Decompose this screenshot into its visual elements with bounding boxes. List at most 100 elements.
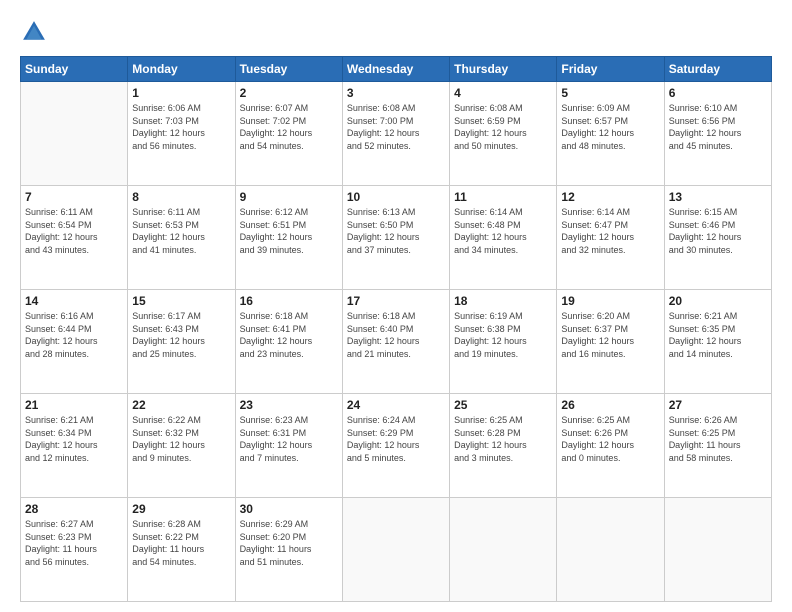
sun-info: Sunrise: 6:26 AM Sunset: 6:25 PM Dayligh… (669, 414, 767, 464)
day-number: 24 (347, 397, 445, 413)
day-number: 26 (561, 397, 659, 413)
day-number: 27 (669, 397, 767, 413)
calendar-cell: 11Sunrise: 6:14 AM Sunset: 6:48 PM Dayli… (450, 186, 557, 290)
day-number: 2 (240, 85, 338, 101)
calendar-cell: 24Sunrise: 6:24 AM Sunset: 6:29 PM Dayli… (342, 394, 449, 498)
logo (20, 18, 52, 46)
sun-info: Sunrise: 6:21 AM Sunset: 6:35 PM Dayligh… (669, 310, 767, 360)
day-number: 1 (132, 85, 230, 101)
day-number: 21 (25, 397, 123, 413)
calendar-cell: 26Sunrise: 6:25 AM Sunset: 6:26 PM Dayli… (557, 394, 664, 498)
sun-info: Sunrise: 6:09 AM Sunset: 6:57 PM Dayligh… (561, 102, 659, 152)
day-number: 5 (561, 85, 659, 101)
weekday-thursday: Thursday (450, 57, 557, 82)
week-row-1: 1Sunrise: 6:06 AM Sunset: 7:03 PM Daylig… (21, 82, 772, 186)
sun-info: Sunrise: 6:11 AM Sunset: 6:53 PM Dayligh… (132, 206, 230, 256)
weekday-tuesday: Tuesday (235, 57, 342, 82)
calendar-cell: 30Sunrise: 6:29 AM Sunset: 6:20 PM Dayli… (235, 498, 342, 602)
day-number: 14 (25, 293, 123, 309)
calendar-cell: 16Sunrise: 6:18 AM Sunset: 6:41 PM Dayli… (235, 290, 342, 394)
sun-info: Sunrise: 6:21 AM Sunset: 6:34 PM Dayligh… (25, 414, 123, 464)
day-number: 20 (669, 293, 767, 309)
sun-info: Sunrise: 6:18 AM Sunset: 6:41 PM Dayligh… (240, 310, 338, 360)
day-number: 15 (132, 293, 230, 309)
calendar-cell: 19Sunrise: 6:20 AM Sunset: 6:37 PM Dayli… (557, 290, 664, 394)
calendar-cell (450, 498, 557, 602)
calendar-cell: 29Sunrise: 6:28 AM Sunset: 6:22 PM Dayli… (128, 498, 235, 602)
calendar-table: SundayMondayTuesdayWednesdayThursdayFrid… (20, 56, 772, 602)
weekday-monday: Monday (128, 57, 235, 82)
sun-info: Sunrise: 6:24 AM Sunset: 6:29 PM Dayligh… (347, 414, 445, 464)
calendar-cell: 2Sunrise: 6:07 AM Sunset: 7:02 PM Daylig… (235, 82, 342, 186)
calendar-cell: 22Sunrise: 6:22 AM Sunset: 6:32 PM Dayli… (128, 394, 235, 498)
calendar-cell: 21Sunrise: 6:21 AM Sunset: 6:34 PM Dayli… (21, 394, 128, 498)
sun-info: Sunrise: 6:14 AM Sunset: 6:47 PM Dayligh… (561, 206, 659, 256)
sun-info: Sunrise: 6:10 AM Sunset: 6:56 PM Dayligh… (669, 102, 767, 152)
week-row-4: 21Sunrise: 6:21 AM Sunset: 6:34 PM Dayli… (21, 394, 772, 498)
sun-info: Sunrise: 6:28 AM Sunset: 6:22 PM Dayligh… (132, 518, 230, 568)
calendar-cell: 17Sunrise: 6:18 AM Sunset: 6:40 PM Dayli… (342, 290, 449, 394)
day-number: 28 (25, 501, 123, 517)
calendar-cell: 25Sunrise: 6:25 AM Sunset: 6:28 PM Dayli… (450, 394, 557, 498)
calendar-cell: 8Sunrise: 6:11 AM Sunset: 6:53 PM Daylig… (128, 186, 235, 290)
calendar-cell: 13Sunrise: 6:15 AM Sunset: 6:46 PM Dayli… (664, 186, 771, 290)
sun-info: Sunrise: 6:15 AM Sunset: 6:46 PM Dayligh… (669, 206, 767, 256)
logo-icon (20, 18, 48, 46)
sun-info: Sunrise: 6:29 AM Sunset: 6:20 PM Dayligh… (240, 518, 338, 568)
day-number: 19 (561, 293, 659, 309)
day-number: 25 (454, 397, 552, 413)
sun-info: Sunrise: 6:08 AM Sunset: 6:59 PM Dayligh… (454, 102, 552, 152)
sun-info: Sunrise: 6:18 AM Sunset: 6:40 PM Dayligh… (347, 310, 445, 360)
week-row-3: 14Sunrise: 6:16 AM Sunset: 6:44 PM Dayli… (21, 290, 772, 394)
header (20, 18, 772, 46)
weekday-sunday: Sunday (21, 57, 128, 82)
day-number: 17 (347, 293, 445, 309)
calendar-cell: 7Sunrise: 6:11 AM Sunset: 6:54 PM Daylig… (21, 186, 128, 290)
day-number: 18 (454, 293, 552, 309)
calendar-cell: 9Sunrise: 6:12 AM Sunset: 6:51 PM Daylig… (235, 186, 342, 290)
sun-info: Sunrise: 6:20 AM Sunset: 6:37 PM Dayligh… (561, 310, 659, 360)
calendar-body: 1Sunrise: 6:06 AM Sunset: 7:03 PM Daylig… (21, 82, 772, 602)
sun-info: Sunrise: 6:25 AM Sunset: 6:28 PM Dayligh… (454, 414, 552, 464)
week-row-2: 7Sunrise: 6:11 AM Sunset: 6:54 PM Daylig… (21, 186, 772, 290)
calendar-cell: 28Sunrise: 6:27 AM Sunset: 6:23 PM Dayli… (21, 498, 128, 602)
day-number: 6 (669, 85, 767, 101)
sun-info: Sunrise: 6:19 AM Sunset: 6:38 PM Dayligh… (454, 310, 552, 360)
sun-info: Sunrise: 6:08 AM Sunset: 7:00 PM Dayligh… (347, 102, 445, 152)
day-number: 7 (25, 189, 123, 205)
calendar-cell: 1Sunrise: 6:06 AM Sunset: 7:03 PM Daylig… (128, 82, 235, 186)
sun-info: Sunrise: 6:17 AM Sunset: 6:43 PM Dayligh… (132, 310, 230, 360)
sun-info: Sunrise: 6:16 AM Sunset: 6:44 PM Dayligh… (25, 310, 123, 360)
day-number: 8 (132, 189, 230, 205)
day-number: 10 (347, 189, 445, 205)
weekday-friday: Friday (557, 57, 664, 82)
calendar-cell: 3Sunrise: 6:08 AM Sunset: 7:00 PM Daylig… (342, 82, 449, 186)
calendar-cell: 14Sunrise: 6:16 AM Sunset: 6:44 PM Dayli… (21, 290, 128, 394)
calendar-cell: 12Sunrise: 6:14 AM Sunset: 6:47 PM Dayli… (557, 186, 664, 290)
sun-info: Sunrise: 6:27 AM Sunset: 6:23 PM Dayligh… (25, 518, 123, 568)
day-number: 16 (240, 293, 338, 309)
day-number: 3 (347, 85, 445, 101)
sun-info: Sunrise: 6:25 AM Sunset: 6:26 PM Dayligh… (561, 414, 659, 464)
week-row-5: 28Sunrise: 6:27 AM Sunset: 6:23 PM Dayli… (21, 498, 772, 602)
day-number: 22 (132, 397, 230, 413)
day-number: 4 (454, 85, 552, 101)
day-number: 23 (240, 397, 338, 413)
day-number: 11 (454, 189, 552, 205)
sun-info: Sunrise: 6:12 AM Sunset: 6:51 PM Dayligh… (240, 206, 338, 256)
calendar-cell: 5Sunrise: 6:09 AM Sunset: 6:57 PM Daylig… (557, 82, 664, 186)
sun-info: Sunrise: 6:14 AM Sunset: 6:48 PM Dayligh… (454, 206, 552, 256)
calendar-cell: 23Sunrise: 6:23 AM Sunset: 6:31 PM Dayli… (235, 394, 342, 498)
day-number: 29 (132, 501, 230, 517)
calendar-cell: 27Sunrise: 6:26 AM Sunset: 6:25 PM Dayli… (664, 394, 771, 498)
day-number: 30 (240, 501, 338, 517)
calendar-cell (342, 498, 449, 602)
day-number: 13 (669, 189, 767, 205)
weekday-header-row: SundayMondayTuesdayWednesdayThursdayFrid… (21, 57, 772, 82)
sun-info: Sunrise: 6:06 AM Sunset: 7:03 PM Dayligh… (132, 102, 230, 152)
calendar-cell (557, 498, 664, 602)
sun-info: Sunrise: 6:07 AM Sunset: 7:02 PM Dayligh… (240, 102, 338, 152)
calendar-cell: 18Sunrise: 6:19 AM Sunset: 6:38 PM Dayli… (450, 290, 557, 394)
weekday-saturday: Saturday (664, 57, 771, 82)
calendar-cell: 6Sunrise: 6:10 AM Sunset: 6:56 PM Daylig… (664, 82, 771, 186)
